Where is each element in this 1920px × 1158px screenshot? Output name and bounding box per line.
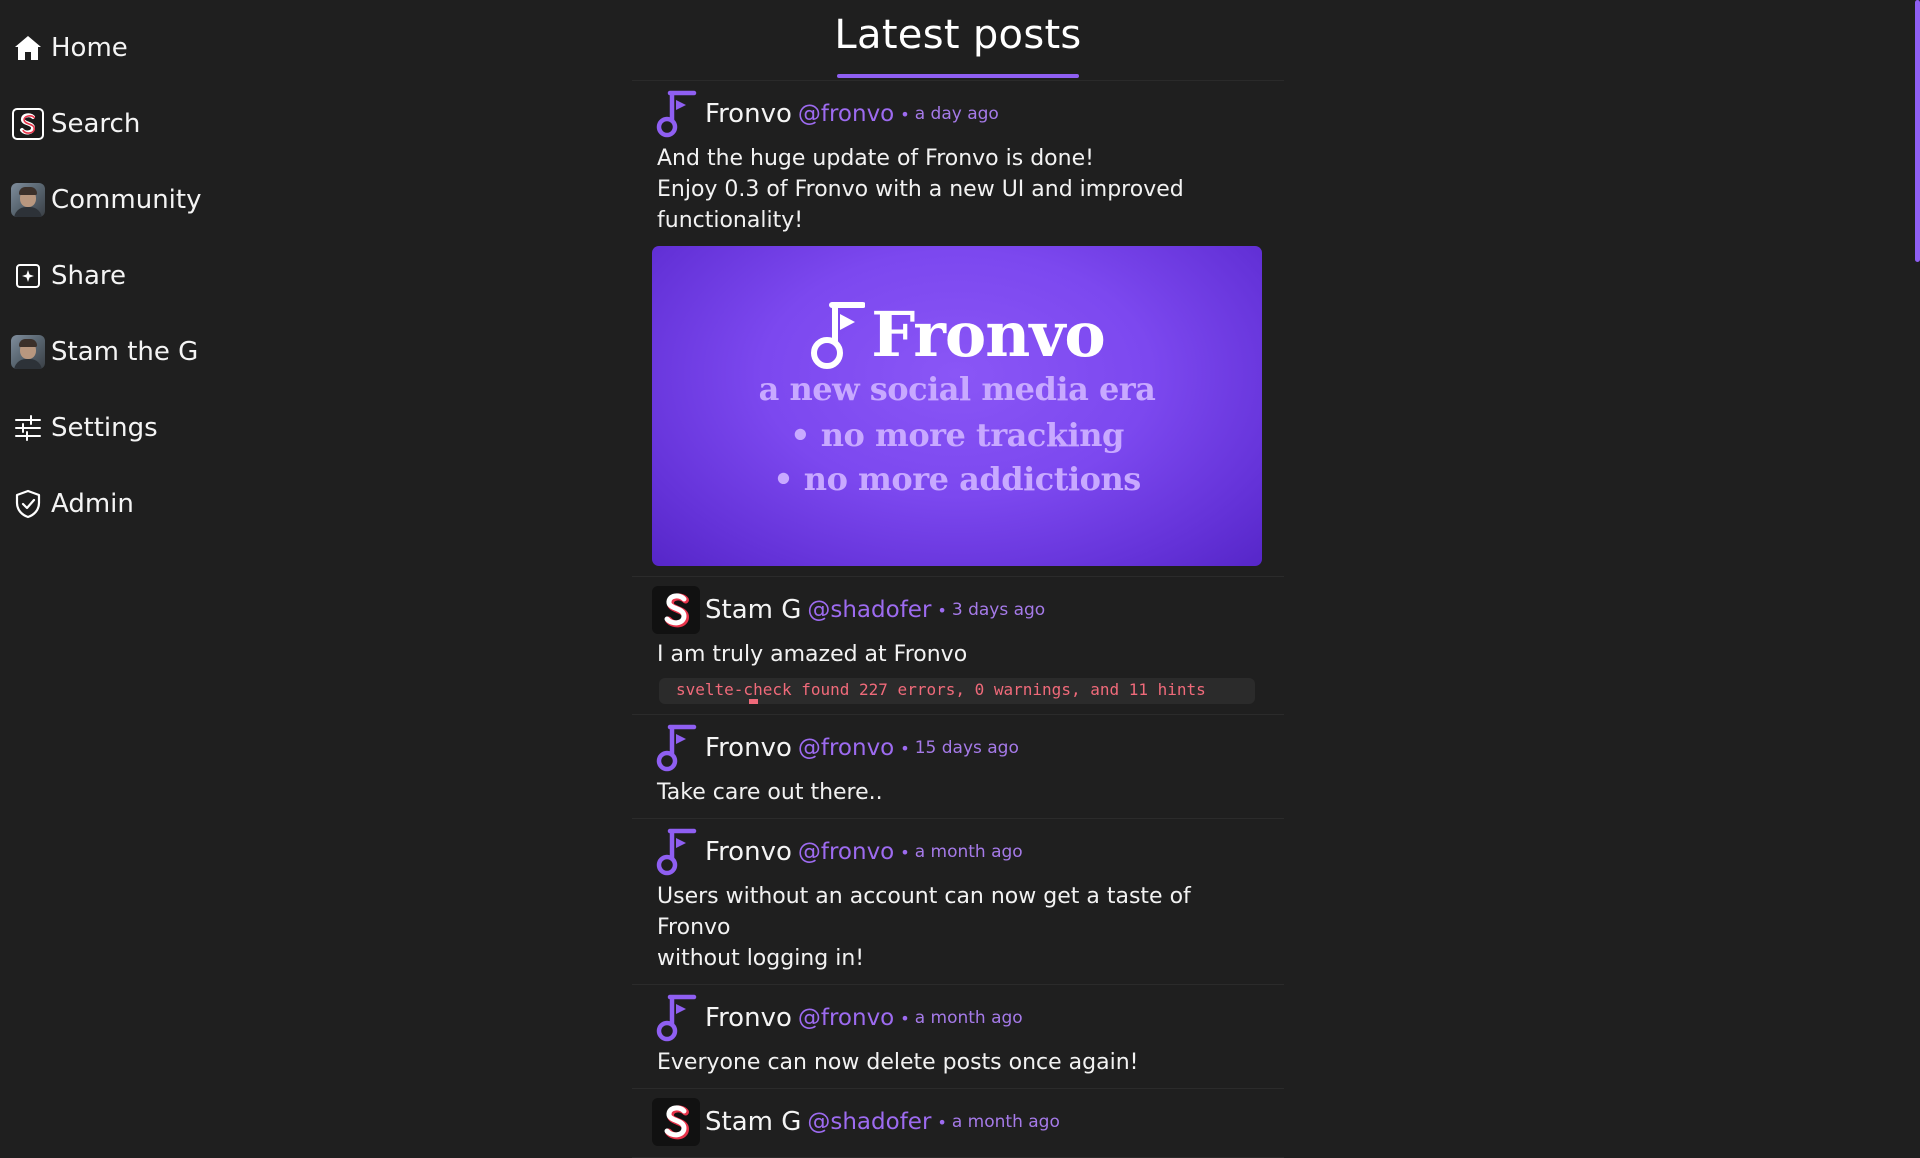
- fronvo-logo-icon[interactable]: [652, 994, 700, 1042]
- separator-dot: •: [900, 104, 910, 124]
- nav-search[interactable]: Search: [10, 96, 140, 152]
- separator-dot: •: [900, 842, 910, 862]
- post-author[interactable]: Stam G: [705, 595, 801, 625]
- post-header: Fronvo @fronvo • a day ago: [652, 89, 1260, 139]
- post-time: 3 days ago: [951, 600, 1046, 620]
- post-handle[interactable]: @fronvo: [798, 735, 894, 761]
- image-tagline: a new social media era: [758, 370, 1156, 408]
- share-icon: [10, 258, 46, 294]
- profile-avatar: [10, 334, 46, 370]
- post-time: 15 days ago: [914, 738, 1019, 758]
- post-body: I am truly amazed at Fronvo: [652, 639, 1260, 670]
- post-author[interactable]: Fronvo: [705, 837, 792, 867]
- post-text-line: Take care out there..: [657, 780, 883, 805]
- post-handle[interactable]: @shadofer: [807, 597, 931, 623]
- image-brand: Fronvo: [652, 298, 1262, 371]
- post-text-line: functionality!: [657, 208, 804, 233]
- post-header: Stam G @shadofer • 3 days ago: [652, 585, 1260, 635]
- nav-community-label: Community: [51, 185, 202, 215]
- search-logo-icon: [10, 106, 46, 142]
- post-handle[interactable]: @fronvo: [798, 101, 894, 127]
- separator-dot: •: [900, 1008, 910, 1028]
- shield-icon: [10, 486, 46, 522]
- post-text-line: And the huge update of Fronvo is done!: [657, 146, 1094, 171]
- image-brand-text: Fronvo: [871, 298, 1105, 371]
- post-text-line: without logging in!: [657, 946, 865, 971]
- image-fronvo-logo-icon: [811, 301, 866, 369]
- post-text-line: I am truly amazed at Fronvo: [657, 642, 968, 667]
- post[interactable]: Fronvo @fronvo • 15 days ago Take care o…: [632, 715, 1284, 819]
- stam-avatar[interactable]: [652, 1098, 700, 1146]
- scrollbar[interactable]: [1914, 0, 1920, 1080]
- post-handle[interactable]: @shadofer: [807, 1109, 931, 1135]
- post-header: Fronvo @fronvo • 15 days ago: [652, 723, 1260, 773]
- nav-home[interactable]: Home: [10, 20, 128, 76]
- post-time: a month ago: [914, 1008, 1023, 1028]
- post-time: a day ago: [914, 104, 999, 124]
- post-body: Take care out there..: [652, 777, 1260, 808]
- stam-avatar[interactable]: [652, 586, 700, 634]
- post-author[interactable]: Stam G: [705, 1107, 801, 1137]
- post-time: a month ago: [951, 1112, 1060, 1132]
- post-handle[interactable]: @fronvo: [798, 1005, 894, 1031]
- title-underline: [837, 74, 1079, 78]
- post-body: Users without an account can now get a t…: [652, 881, 1260, 974]
- post-body: And the huge update of Fronvo is done! E…: [652, 143, 1260, 236]
- post[interactable]: Fronvo @fronvo • a day ago And the huge …: [632, 81, 1284, 577]
- post-text-line: Enjoy 0.3 of Fronvo with a new UI and im…: [657, 177, 1184, 202]
- nav-home-label: Home: [51, 33, 128, 63]
- post[interactable]: Fronvo @fronvo • a month ago Everyone ca…: [632, 985, 1284, 1089]
- scrollbar-thumb[interactable]: [1915, 0, 1920, 262]
- post-header: Stam G @shadofer • a month ago: [652, 1097, 1260, 1147]
- separator-dot: •: [937, 1112, 947, 1132]
- community-avatar: [10, 182, 46, 218]
- nav-admin[interactable]: Admin: [10, 476, 134, 532]
- nav-profile-label: Stam the G: [51, 337, 199, 367]
- nav-share-label: Share: [51, 261, 127, 291]
- image-bullet: • no more addictions: [773, 460, 1141, 498]
- post-author[interactable]: Fronvo: [705, 1003, 792, 1033]
- nav-settings[interactable]: Settings: [10, 400, 158, 456]
- nav-share[interactable]: Share: [10, 248, 126, 304]
- nav-community[interactable]: Community: [10, 172, 201, 228]
- post-author[interactable]: Fronvo: [705, 99, 792, 129]
- nav-search-label: Search: [51, 109, 141, 139]
- post-author[interactable]: Fronvo: [705, 733, 792, 763]
- sidebar: Home Search Community Share Stam the G S…: [0, 0, 260, 1080]
- nav-admin-label: Admin: [51, 489, 134, 519]
- post-body: Everyone can now delete posts once again…: [652, 1047, 1260, 1078]
- post-text-line: Everyone can now delete posts once again…: [657, 1050, 1139, 1075]
- fronvo-logo-icon[interactable]: [652, 724, 700, 772]
- post-handle[interactable]: @fronvo: [798, 839, 894, 865]
- post[interactable]: Stam G @shadofer • 3 days ago I am truly…: [632, 577, 1284, 715]
- nav-profile[interactable]: Stam the G: [10, 324, 198, 380]
- post-time: a month ago: [914, 842, 1023, 862]
- feed-header: Latest posts: [632, 0, 1284, 81]
- post-image[interactable]: Fronvo a new social media era • no more …: [652, 246, 1262, 566]
- page-title: Latest posts: [834, 12, 1082, 58]
- fronvo-logo-icon[interactable]: [652, 828, 700, 876]
- post-header: Fronvo @fronvo • a month ago: [652, 993, 1260, 1043]
- post-text-line: Users without an account can now get a t…: [657, 884, 1198, 940]
- code-block: svelte-check found 227 errors, 0 warning…: [659, 678, 1255, 704]
- separator-dot: •: [937, 600, 947, 620]
- separator-dot: •: [900, 738, 910, 758]
- image-bullet: • no more tracking: [790, 416, 1124, 454]
- code-cursor: [749, 699, 758, 704]
- nav-settings-label: Settings: [51, 413, 158, 443]
- post-header: Fronvo @fronvo • a month ago: [652, 827, 1260, 877]
- code-text: svelte-check found 227 errors, 0 warning…: [676, 680, 1206, 699]
- fronvo-logo-icon[interactable]: [652, 90, 700, 138]
- settings-sliders-icon: [10, 410, 46, 446]
- home-icon: [10, 30, 46, 66]
- post[interactable]: Fronvo @fronvo • a month ago Users witho…: [632, 819, 1284, 985]
- post[interactable]: Stam G @shadofer • a month ago: [632, 1089, 1284, 1158]
- feed: Latest posts Fronvo @fronvo • a day ago …: [632, 0, 1284, 1158]
